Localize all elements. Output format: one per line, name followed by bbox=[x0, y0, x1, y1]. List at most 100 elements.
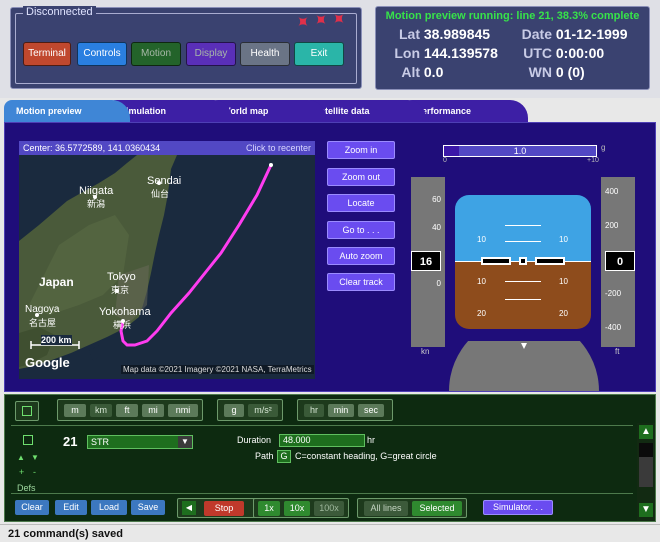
units-checkbox[interactable] bbox=[22, 406, 32, 416]
distance-units: m km ft mi nmi bbox=[57, 399, 203, 421]
selected-button[interactable]: Selected bbox=[412, 501, 462, 516]
exit-button[interactable]: Exit bbox=[294, 42, 344, 66]
g-value: 1.0 bbox=[513, 146, 527, 156]
unit-min[interactable]: min bbox=[328, 404, 354, 417]
status-bar: 21 command(s) saved bbox=[0, 524, 660, 542]
accel-units: g m/s² bbox=[217, 399, 283, 421]
heading-dial bbox=[449, 341, 599, 391]
altitude-unit: ft bbox=[615, 347, 620, 356]
speed-unit: kn bbox=[421, 347, 430, 356]
load-button[interactable]: Load bbox=[91, 500, 127, 515]
map-attribution: Map data ©2021 Imagery ©2021 NASA, Terra… bbox=[121, 365, 314, 374]
motion-button[interactable]: Motion bbox=[131, 42, 181, 66]
speed-10x[interactable]: 10x bbox=[284, 501, 310, 516]
map-center: Center: 36.5772589, 141.0360434 bbox=[23, 143, 161, 153]
scroll-up-icon[interactable]: ▲ bbox=[639, 425, 653, 439]
lon-value: 144.139578 bbox=[423, 45, 498, 61]
connection-status: Disconnected bbox=[23, 6, 96, 18]
label-nagoya: Nagoya bbox=[25, 304, 60, 315]
label-sendai: Sendai bbox=[147, 175, 182, 187]
unit-km[interactable]: km bbox=[90, 404, 112, 417]
wn-value: 0 (0) bbox=[555, 64, 585, 80]
health-button[interactable]: Health bbox=[240, 42, 290, 66]
attitude-indicator: 10 10 10 10 20 20 bbox=[455, 195, 591, 329]
duration-input[interactable]: 48.000 bbox=[279, 434, 365, 447]
speed-readout: 16 bbox=[411, 251, 441, 271]
tab-bar: Performance Satellite data World map Sim… bbox=[0, 100, 660, 122]
move-up-icon[interactable]: ▲ bbox=[17, 453, 25, 462]
label-sendai-jp: 仙台 bbox=[151, 189, 170, 199]
speed-1x[interactable]: 1x bbox=[258, 501, 280, 516]
play-back-icon[interactable]: ◀ bbox=[182, 501, 196, 515]
locate-button[interactable]: Locate bbox=[327, 194, 395, 212]
zoom-out-button[interactable]: Zoom out bbox=[327, 168, 395, 186]
line-number: 21 bbox=[63, 434, 78, 449]
unit-ft[interactable]: ft bbox=[116, 404, 138, 417]
clear-button[interactable]: Clear bbox=[15, 500, 49, 515]
command-scrollbar[interactable]: ▲ ▼ bbox=[637, 423, 655, 521]
wn-label: WN bbox=[528, 64, 552, 80]
unit-hr[interactable]: hr bbox=[304, 404, 324, 417]
stop-button[interactable]: Stop bbox=[204, 501, 244, 516]
google-logo: Google bbox=[25, 355, 70, 370]
add-line-icon[interactable]: + bbox=[19, 467, 24, 477]
command-type-select[interactable]: STR ▼ bbox=[87, 435, 193, 449]
unit-sec[interactable]: sec bbox=[358, 404, 384, 417]
command-editor: m km ft mi nmi g m/s² hr min sec ▲ ▼ + -… bbox=[4, 394, 656, 522]
auto-zoom-button[interactable]: Auto zoom bbox=[327, 247, 395, 265]
label-niigata: Niigata bbox=[79, 185, 114, 197]
connection-panel: Disconnected ✦ ✦ ✦ Terminal Controls Motio… bbox=[10, 6, 362, 89]
clear-track-button[interactable]: Clear track bbox=[327, 273, 395, 291]
map-view[interactable]: Sendai 仙台 Niigata 新潟 Japan Tokyo 東京 Yoko… bbox=[19, 155, 315, 379]
utc-value: 0:00:00 bbox=[555, 45, 605, 61]
label-yokohama-jp: 横浜 bbox=[113, 320, 132, 330]
utc-label: UTC bbox=[523, 45, 552, 61]
label-nagoya-jp: 名古屋 bbox=[29, 318, 57, 328]
time-units: hr min sec bbox=[297, 399, 393, 421]
g-unit: g bbox=[601, 143, 606, 152]
path-hint: C=constant heading, G=great circle bbox=[295, 451, 437, 461]
label-yokohama: Yokohama bbox=[99, 306, 151, 318]
goto-button[interactable]: Go to . . . bbox=[327, 221, 395, 239]
simulator-button[interactable]: Simulator. . . bbox=[483, 500, 553, 515]
duration-unit: hr bbox=[367, 435, 376, 445]
lat-label: Lat bbox=[399, 26, 420, 42]
save-button[interactable]: Save bbox=[131, 500, 165, 515]
unit-mi[interactable]: mi bbox=[142, 404, 164, 417]
unit-ms2[interactable]: m/s² bbox=[248, 404, 278, 417]
edit-button[interactable]: Edit bbox=[55, 500, 87, 515]
duration-label: Duration bbox=[237, 435, 272, 445]
speed-100x[interactable]: 100x bbox=[314, 501, 344, 516]
satellite-icon: ✦ ✦ ✦ bbox=[290, 6, 351, 35]
display-button[interactable]: Display bbox=[186, 42, 236, 66]
controls-button[interactable]: Controls bbox=[77, 42, 127, 66]
line-checkbox[interactable] bbox=[23, 435, 33, 445]
move-down-icon[interactable]: ▼ bbox=[31, 453, 39, 462]
tab-motion-preview[interactable]: Motion preview bbox=[4, 100, 130, 122]
chevron-down-icon: ▼ bbox=[178, 436, 192, 448]
map-header: Center: 36.5772589, 141.0360434 Click to… bbox=[19, 141, 315, 155]
label-niigata-jp: 新潟 bbox=[87, 199, 106, 209]
unit-nmi[interactable]: nmi bbox=[168, 404, 198, 417]
speed-selector: 1x 10x 100x bbox=[253, 498, 349, 518]
remove-line-icon[interactable]: - bbox=[33, 467, 36, 477]
alt-label: Alt bbox=[401, 64, 420, 80]
recenter-link[interactable]: Click to recenter bbox=[246, 141, 311, 155]
path-input[interactable]: G bbox=[277, 450, 291, 463]
g-max: +10 bbox=[587, 157, 599, 164]
terminal-button[interactable]: Terminal bbox=[23, 42, 71, 66]
top-area: Disconnected ✦ ✦ ✦ Terminal Controls Motio… bbox=[0, 0, 660, 98]
scroll-thumb[interactable] bbox=[639, 457, 653, 487]
unit-g[interactable]: g bbox=[224, 404, 244, 417]
all-lines-button[interactable]: All lines bbox=[364, 501, 408, 516]
scroll-down-icon[interactable]: ▼ bbox=[639, 503, 653, 517]
unit-m[interactable]: m bbox=[64, 404, 86, 417]
map-scale: 200 km bbox=[41, 335, 72, 345]
g-meter: 1.0 bbox=[443, 145, 597, 157]
zoom-in-button[interactable]: Zoom in bbox=[327, 141, 395, 159]
label-tokyo: Tokyo bbox=[107, 271, 136, 283]
status-panel: Motion preview running: line 21, 38.3% c… bbox=[375, 6, 650, 90]
date-label: Date bbox=[521, 26, 552, 42]
label-tokyo-jp: 東京 bbox=[111, 285, 130, 295]
g-min: 0 bbox=[443, 157, 447, 164]
